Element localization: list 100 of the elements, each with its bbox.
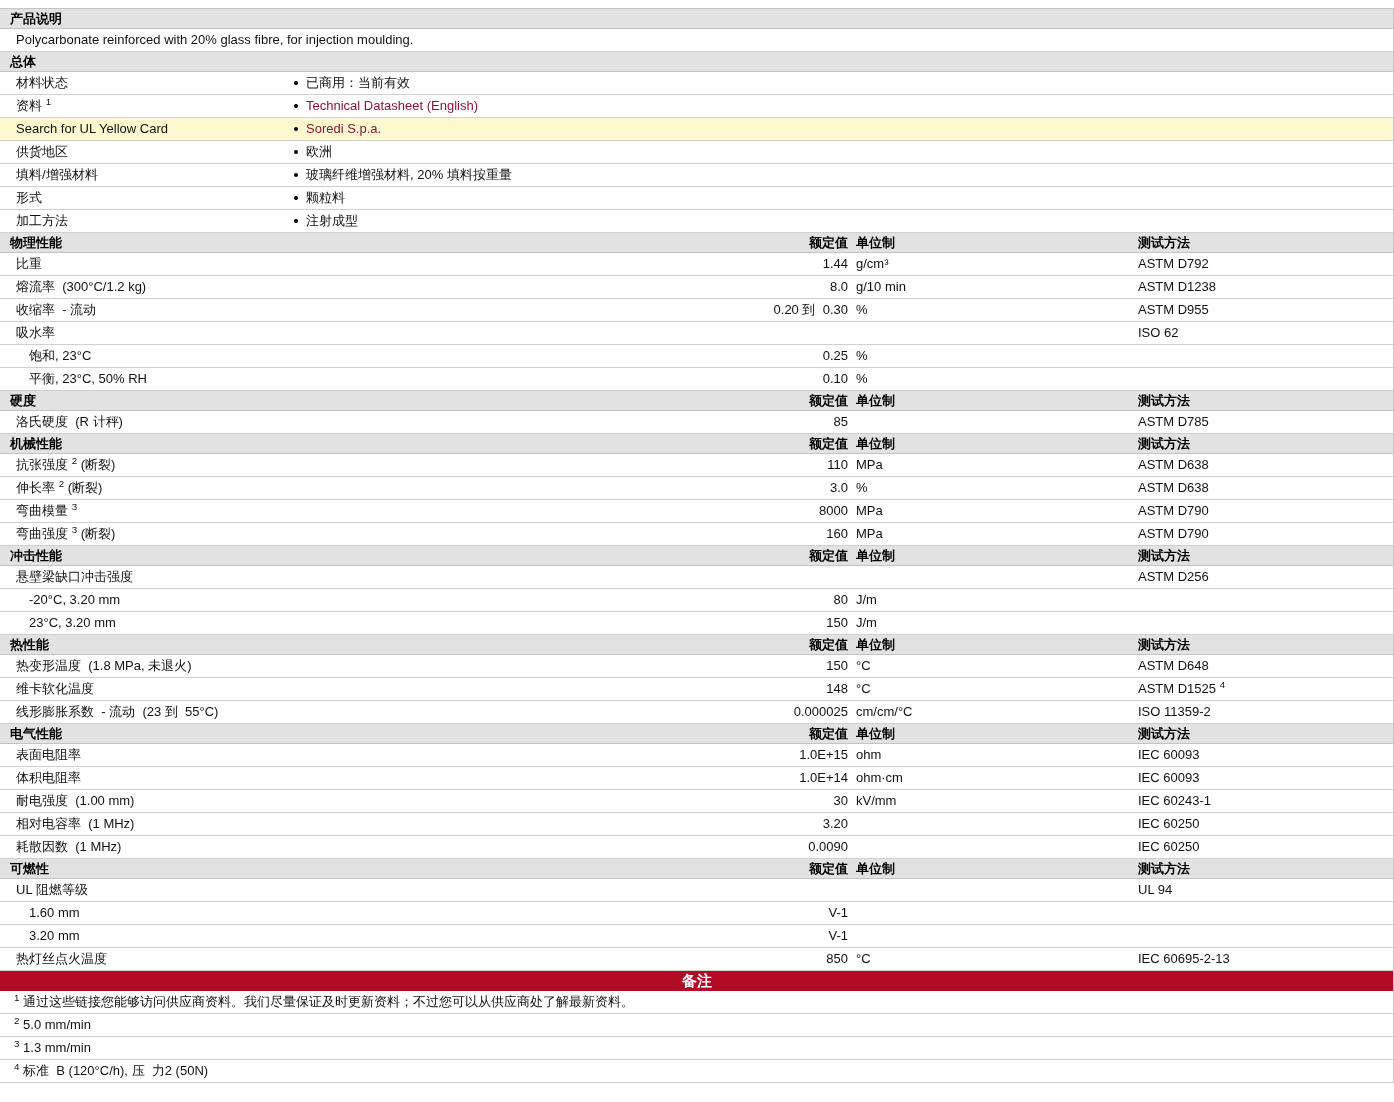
test-method: ASTM D955: [1138, 302, 1209, 318]
property-label: 弯曲模量 $^{3}$: [15, 501, 79, 521]
link[interactable]: Technical Datasheet (English): [306, 96, 478, 116]
column-header: 额定值: [808, 547, 849, 565]
test-method: ASTM D648: [1138, 658, 1209, 674]
property-label: 悬壁梁缺口冲击强度: [15, 568, 134, 587]
property-label: 热灯丝点火温度: [15, 950, 108, 969]
property-label: -20°C, 3.20 mm: [28, 591, 122, 610]
test-method: IEC 60695-2-13: [1138, 951, 1230, 967]
property-value: 850: [826, 951, 848, 967]
property-label: 耗散因数 (1 MHz): [15, 838, 123, 857]
property-unit: MPa: [856, 503, 883, 519]
property-label: 弯曲强度 $^{3}$ (断裂): [15, 524, 117, 544]
bullet-icon: [294, 104, 298, 108]
column-header: 测试方法: [1137, 860, 1191, 878]
column-header: 额定值: [808, 435, 849, 453]
property-value: 30: [833, 793, 848, 809]
bullet-icon: [294, 219, 298, 223]
general-label: 供货地区: [15, 143, 69, 162]
property-label: 体积电阻率: [15, 769, 82, 788]
property-unit: ohm·cm: [856, 770, 903, 786]
test-method: ASTM D785: [1138, 414, 1209, 430]
property-value: 0.000025: [793, 704, 848, 720]
property-value: V-1: [828, 905, 848, 921]
property-unit: kV/mm: [856, 793, 897, 809]
property-label: 相对电容率 (1 MHz): [15, 815, 136, 834]
column-header: 测试方法: [1137, 234, 1191, 252]
footnote: $^{2}$ 5.0 mm/min: [13, 1015, 91, 1035]
test-method: ASTM D790: [1138, 503, 1209, 519]
section-title: 电气性能: [9, 725, 63, 743]
property-value: 160: [826, 526, 848, 542]
footnote: $^{4}$ 标准 B (120°C/h), 压 力2 (50N): [13, 1061, 209, 1081]
property-value: 0.20 到 0.30: [773, 302, 848, 318]
column-header: 单位制: [855, 860, 896, 878]
general-label: 加工方法: [15, 212, 69, 231]
property-label: 伸长率 $^{2}$ (断裂): [15, 478, 104, 498]
section-title: 机械性能: [8, 435, 63, 453]
property-unit: °C: [856, 951, 871, 967]
property-value: 0.10: [822, 371, 848, 387]
test-method: IEC 60093: [1138, 747, 1200, 763]
bullet-icon: [294, 196, 298, 200]
property-label: 热变形温度 (1.8 MPa, 未退火): [15, 657, 193, 676]
test-method: UL 94: [1138, 882, 1173, 898]
general-value: 已商用：当前有效: [306, 74, 410, 93]
property-label: 吸水率: [15, 324, 56, 343]
test-method: IEC 60093: [1138, 770, 1200, 786]
property-value: V-1: [828, 928, 848, 944]
property-label: 熔流率 (300°C/1.2 kg): [15, 278, 148, 297]
property-unit: g/cm³: [856, 256, 889, 272]
property-value: 1.44: [822, 256, 848, 272]
property-value: 0.0090: [808, 839, 848, 855]
property-label: 收缩率 - 流动: [15, 301, 98, 320]
column-header: 单位制: [855, 392, 896, 410]
link[interactable]: Soredi S.p.a.: [306, 119, 382, 139]
test-method: ASTM D1238: [1138, 279, 1217, 295]
property-label: 平衡, 23°C, 50% RH: [28, 370, 148, 389]
bullet-icon: [294, 127, 298, 131]
bullet-icon: [294, 81, 298, 85]
property-value: 85: [833, 414, 848, 430]
section-title: 产品说明: [9, 10, 63, 28]
test-method: ASTM D638: [1138, 480, 1209, 496]
property-value: 150: [826, 615, 848, 631]
property-unit: °C: [856, 681, 871, 697]
property-value: 3.0: [829, 480, 848, 496]
test-method: IEC 60250: [1138, 816, 1200, 832]
product-description: Polycarbonate reinforced with 20% glass fibre, for injection moulding.: [15, 31, 414, 50]
property-unit: %: [856, 371, 868, 387]
section-title: 热性能: [9, 636, 50, 654]
property-label: 3.20 mm: [28, 927, 81, 946]
test-method: ASTM D792: [1138, 256, 1209, 272]
property-value: 1.0E+14: [799, 770, 848, 786]
section-title: 总体: [8, 53, 37, 71]
general-label: Search for UL Yellow Card: [15, 120, 169, 139]
bullet-icon: [294, 150, 298, 154]
column-header: 单位制: [855, 725, 896, 743]
column-header: 测试方法: [1137, 636, 1191, 654]
property-value: 8.0: [829, 279, 848, 295]
section-title: 物理性能: [9, 234, 63, 252]
property-unit: J/m: [856, 592, 877, 608]
test-method: ISO 62: [1138, 325, 1179, 341]
property-unit: %: [856, 348, 868, 364]
general-label: 资料 $^{1}$: [15, 96, 53, 116]
property-unit: J/m: [856, 615, 877, 631]
property-label: 1.60 mm: [28, 904, 81, 923]
property-value: 148: [826, 681, 848, 697]
property-label: 维卡软化温度: [15, 680, 95, 699]
column-header: 额定值: [808, 860, 849, 878]
test-method: IEC 60250: [1138, 839, 1200, 855]
property-unit: %: [856, 302, 868, 318]
test-method: ASTM D790: [1138, 526, 1209, 542]
property-label: 比重: [15, 255, 43, 274]
column-header: 测试方法: [1137, 547, 1191, 565]
property-value: 150: [826, 658, 848, 674]
property-value: 8000: [819, 503, 848, 519]
property-value: 3.20: [822, 816, 848, 832]
property-value: 110: [827, 457, 848, 473]
property-value: 0.25: [822, 348, 848, 364]
property-value: 1.0E+15: [799, 747, 848, 763]
property-unit: %: [856, 480, 868, 496]
column-header: 测试方法: [1137, 435, 1191, 453]
